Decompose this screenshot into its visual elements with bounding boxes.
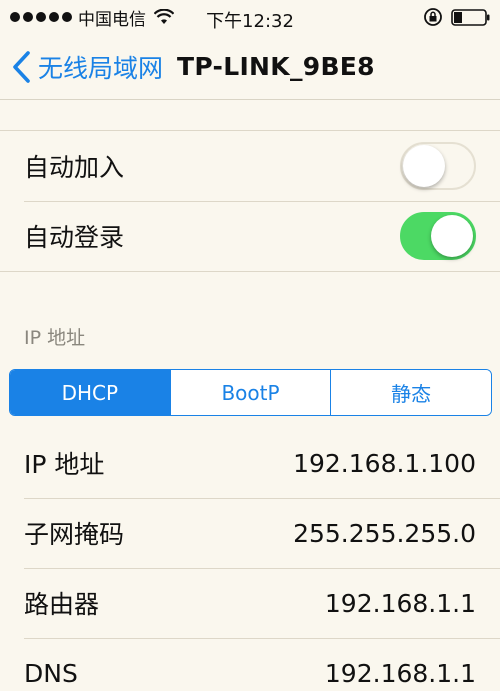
subnet-mask-row: 子网掩码 255.255.255.0 bbox=[0, 498, 500, 568]
ip-section-header: IP 地址 bbox=[24, 327, 86, 349]
auto-login-toggle[interactable] bbox=[400, 212, 476, 260]
page-title: TP-LINK_9BE8 bbox=[177, 52, 375, 81]
subnet-mask-value: 255.255.255.0 bbox=[293, 518, 476, 548]
auto-login-row: 自动登录 bbox=[0, 201, 500, 271]
back-label: 无线局域网 bbox=[38, 53, 164, 83]
dns-value: 192.168.1.1 bbox=[324, 658, 476, 688]
ip-address-label: IP 地址 bbox=[24, 450, 105, 479]
auto-join-label: 自动加入 bbox=[24, 153, 125, 182]
router-value: 192.168.1.1 bbox=[324, 588, 476, 618]
auto-join-row: 自动加入 bbox=[0, 131, 500, 201]
router-row: 路由器 192.168.1.1 bbox=[0, 568, 500, 638]
ip-mode-segmented-control: DHCP BootP 静态 bbox=[9, 369, 492, 416]
dns-label: DNS bbox=[24, 658, 78, 688]
chevron-left-icon bbox=[13, 50, 30, 83]
status-bar: 中国电信 下午12:32 bbox=[0, 0, 500, 34]
auto-login-label: 自动登录 bbox=[24, 223, 125, 252]
router-label: 路由器 bbox=[24, 590, 100, 619]
join-settings-group: 自动加入 自动登录 bbox=[0, 130, 500, 272]
rotation-lock-icon bbox=[424, 8, 442, 26]
segment-static[interactable]: 静态 bbox=[330, 370, 491, 415]
segment-dhcp[interactable]: DHCP bbox=[10, 370, 170, 415]
auto-join-toggle[interactable] bbox=[400, 142, 476, 190]
navigation-bar: 无线局域网 TP-LINK_9BE8 bbox=[0, 34, 500, 100]
ip-address-value: 192.168.1.100 bbox=[293, 448, 476, 478]
subnet-mask-label: 子网掩码 bbox=[24, 520, 125, 549]
dns-row: DNS 192.168.1.1 bbox=[0, 638, 500, 691]
ip-address-row: IP 地址 192.168.1.100 bbox=[0, 428, 500, 498]
segment-bootp[interactable]: BootP bbox=[169, 370, 331, 415]
back-button[interactable]: 无线局域网 bbox=[10, 49, 163, 85]
ip-info-group: IP 地址 192.168.1.100 子网掩码 255.255.255.0 路… bbox=[0, 428, 500, 691]
battery-icon bbox=[451, 9, 490, 26]
